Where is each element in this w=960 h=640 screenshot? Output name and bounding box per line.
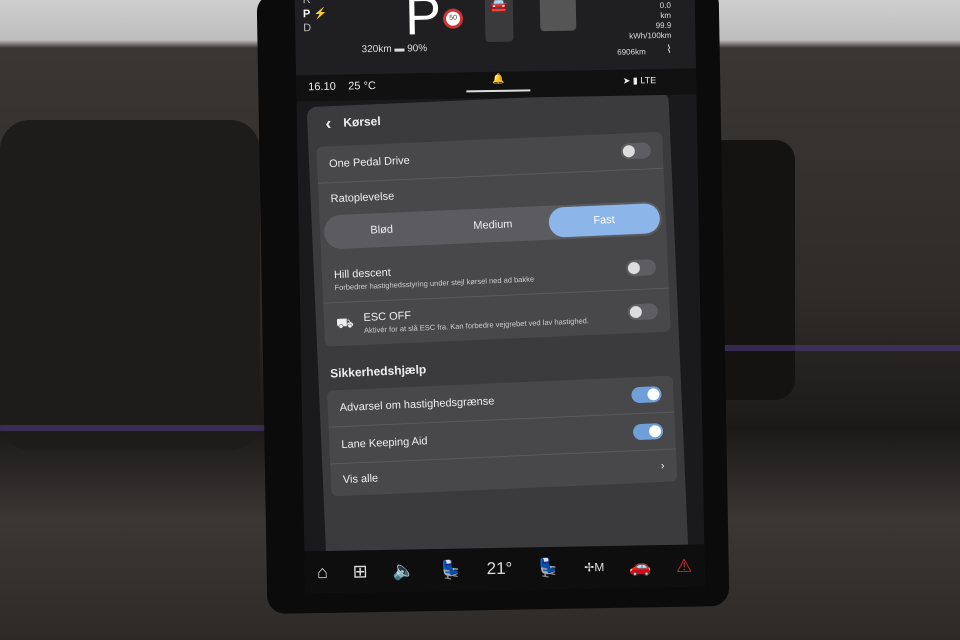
network-label: LTE xyxy=(640,75,657,86)
consumption-unit: kWh/100km xyxy=(629,30,672,41)
chevron-right-icon: › xyxy=(660,459,665,473)
one-pedal-label: One Pedal Drive xyxy=(328,154,411,171)
bottom-dock: ⌂ ⊞ 🔈 💺 21° 💺 ✢M 🚗 ⚠ xyxy=(304,544,706,594)
hill-descent-toggle[interactable] xyxy=(625,258,657,276)
page-title: Kørsel xyxy=(343,114,381,130)
back-icon[interactable]: ‹ xyxy=(325,113,332,134)
show-all-link[interactable]: Vis alle xyxy=(343,472,379,486)
gear-d: D xyxy=(303,22,312,35)
steering-option-fast[interactable]: Fast xyxy=(547,202,661,238)
network-status: ➤ ▮ LTE xyxy=(623,75,657,87)
steering-option-medium[interactable]: Medium xyxy=(437,208,550,243)
home-icon[interactable]: ⌂ xyxy=(317,561,328,582)
screen: R P ⚡ D P 50 🚘 320km ▬ 90% 0.0 km 99.9 k… xyxy=(294,0,706,594)
battery-icon: ▬ xyxy=(394,43,405,55)
odometer: 6906km xyxy=(617,47,646,57)
battery-percent: 90% xyxy=(407,43,428,55)
esc-off-icon: ⛟ xyxy=(335,314,355,332)
lane-keeping-label: Lane Keeping Aid xyxy=(341,435,428,452)
car-image xyxy=(539,0,577,32)
gear-selector: R P ⚡ D xyxy=(303,0,328,35)
esc-toggle[interactable] xyxy=(627,302,659,320)
one-pedal-toggle[interactable] xyxy=(620,142,652,160)
signal-icon: ▮ xyxy=(632,75,638,86)
left-air-vent xyxy=(0,120,260,450)
active-gear: P xyxy=(404,0,442,47)
seat-heat-left-icon[interactable]: 💺 xyxy=(439,559,462,580)
apps-grid-icon[interactable]: ⊞ xyxy=(352,561,367,582)
lane-keeping-toggle[interactable] xyxy=(632,422,664,441)
center-display: R P ⚡ D P 50 🚘 320km ▬ 90% 0.0 km 99.9 k… xyxy=(256,0,730,614)
location-icon: ➤ xyxy=(622,75,631,86)
drag-handle[interactable] xyxy=(466,89,531,93)
outside-temperature: 25 °C xyxy=(348,80,376,93)
ambient-light xyxy=(720,345,960,351)
hazard-icon[interactable]: ⚠ xyxy=(676,555,693,576)
driver-cluster: R P ⚡ D P 50 🚘 320km ▬ 90% 0.0 km 99.9 k… xyxy=(294,0,696,76)
fan-icon[interactable]: ✢M xyxy=(584,560,604,574)
notification-bell-icon[interactable]: 🔔 xyxy=(492,74,505,85)
wiper-icon[interactable]: ⌇ xyxy=(666,43,672,56)
trip-stats: 0.0 km 99.9 kWh/100km xyxy=(629,1,672,42)
settings-panel: ‹ Kørsel One Pedal Drive Ratoplevelse Blø… xyxy=(306,91,689,577)
seat-heat-right-icon[interactable]: 💺 xyxy=(537,557,560,578)
speed-limit-warning-toggle[interactable] xyxy=(631,386,662,404)
cabin-temperature[interactable]: 21° xyxy=(486,559,512,579)
steering-option-soft[interactable]: Blød xyxy=(325,213,438,248)
range-readout: 320km ▬ 90% xyxy=(362,43,428,55)
ambient-light xyxy=(0,425,300,431)
fan-mode: M xyxy=(594,560,605,575)
speed-limit-sign: 50 xyxy=(442,8,464,29)
volume-icon[interactable]: 🔈 xyxy=(392,560,415,581)
gear-p: P xyxy=(302,8,311,21)
car-icon[interactable]: 🚗 xyxy=(629,556,652,577)
clock: 16.10 xyxy=(308,80,336,94)
car-doors-icon: 🚘 xyxy=(484,0,514,43)
lightning-icon: ⚡ xyxy=(313,7,328,21)
range: 320km xyxy=(361,43,392,56)
driving-card: One Pedal Drive Ratoplevelse Blød Medium… xyxy=(316,131,671,347)
speed-limit-warning-label: Advarsel om hastighedsgrænse xyxy=(339,395,495,415)
safety-card: Advarsel om hastighedsgrænse Lane Keepin… xyxy=(326,375,678,497)
